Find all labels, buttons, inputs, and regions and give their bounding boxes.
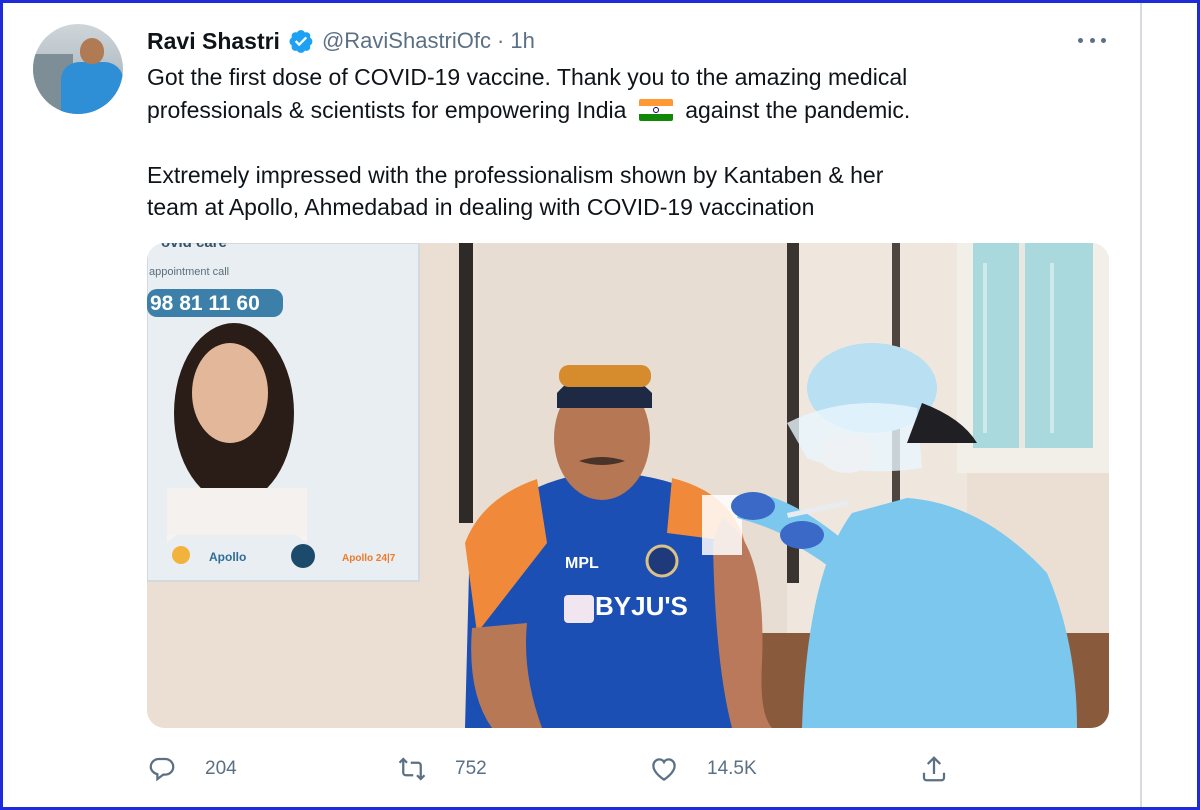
reply-count: 204 [205, 758, 237, 779]
share-icon [922, 756, 946, 782]
poster-title: ovid care [161, 243, 227, 251]
like-count: 14.5K [707, 758, 757, 779]
like-button[interactable]: 14.5K [649, 752, 757, 786]
poster-phone: 98 81 11 60 [150, 292, 260, 315]
tweet-header: Ravi Shastri @RaviShastriOfc · 1h [147, 26, 535, 56]
author-avatar[interactable] [33, 24, 123, 114]
like-icon [652, 758, 676, 781]
tweet-actions: 204 752 14.5K [147, 752, 967, 786]
author-handle[interactable]: @RaviShastriOfc [322, 28, 491, 54]
tweet-photo[interactable]: ovid care appointment call 98 81 11 60 A… [147, 243, 1109, 728]
india-flag-icon [638, 99, 673, 121]
poster-logo-247: Apollo 24|7 [342, 553, 396, 564]
tweet-text-line-2-end: against the pandemic. [685, 97, 911, 123]
header-separator: · [497, 28, 505, 53]
tweet-text-line-3: Extremely impressed with the professiona… [147, 162, 884, 188]
jersey-brand: BYJU'S [595, 591, 688, 621]
poster-logo-apollo: Apollo [209, 550, 246, 564]
tweet-text-line-2-start: professionals & scientists for empowerin… [147, 97, 627, 123]
more-options-icon[interactable] [1074, 28, 1110, 52]
tweet-text-line-1: Got the first dose of COVID-19 vaccine. … [147, 64, 908, 90]
author-name[interactable]: Ravi Shastri [147, 28, 280, 55]
retweet-button[interactable]: 752 [397, 752, 487, 786]
share-button[interactable] [919, 752, 949, 786]
reply-button[interactable]: 204 [147, 752, 237, 786]
retweet-count: 752 [455, 758, 487, 779]
tweet-text-line-4: team at Apollo, Ahmedabad in dealing wit… [147, 194, 815, 220]
tweet-text-line-2: professionals & scientists for empowerin… [147, 94, 1107, 127]
jersey-sponsor: MPL [565, 555, 599, 572]
tweet-timestamp[interactable]: 1h [510, 28, 534, 54]
poster-appointment: appointment call [149, 266, 229, 278]
reply-icon [149, 757, 175, 782]
verified-badge-icon [289, 30, 313, 53]
retweet-icon [398, 757, 426, 781]
timeline-divider [1140, 3, 1142, 807]
